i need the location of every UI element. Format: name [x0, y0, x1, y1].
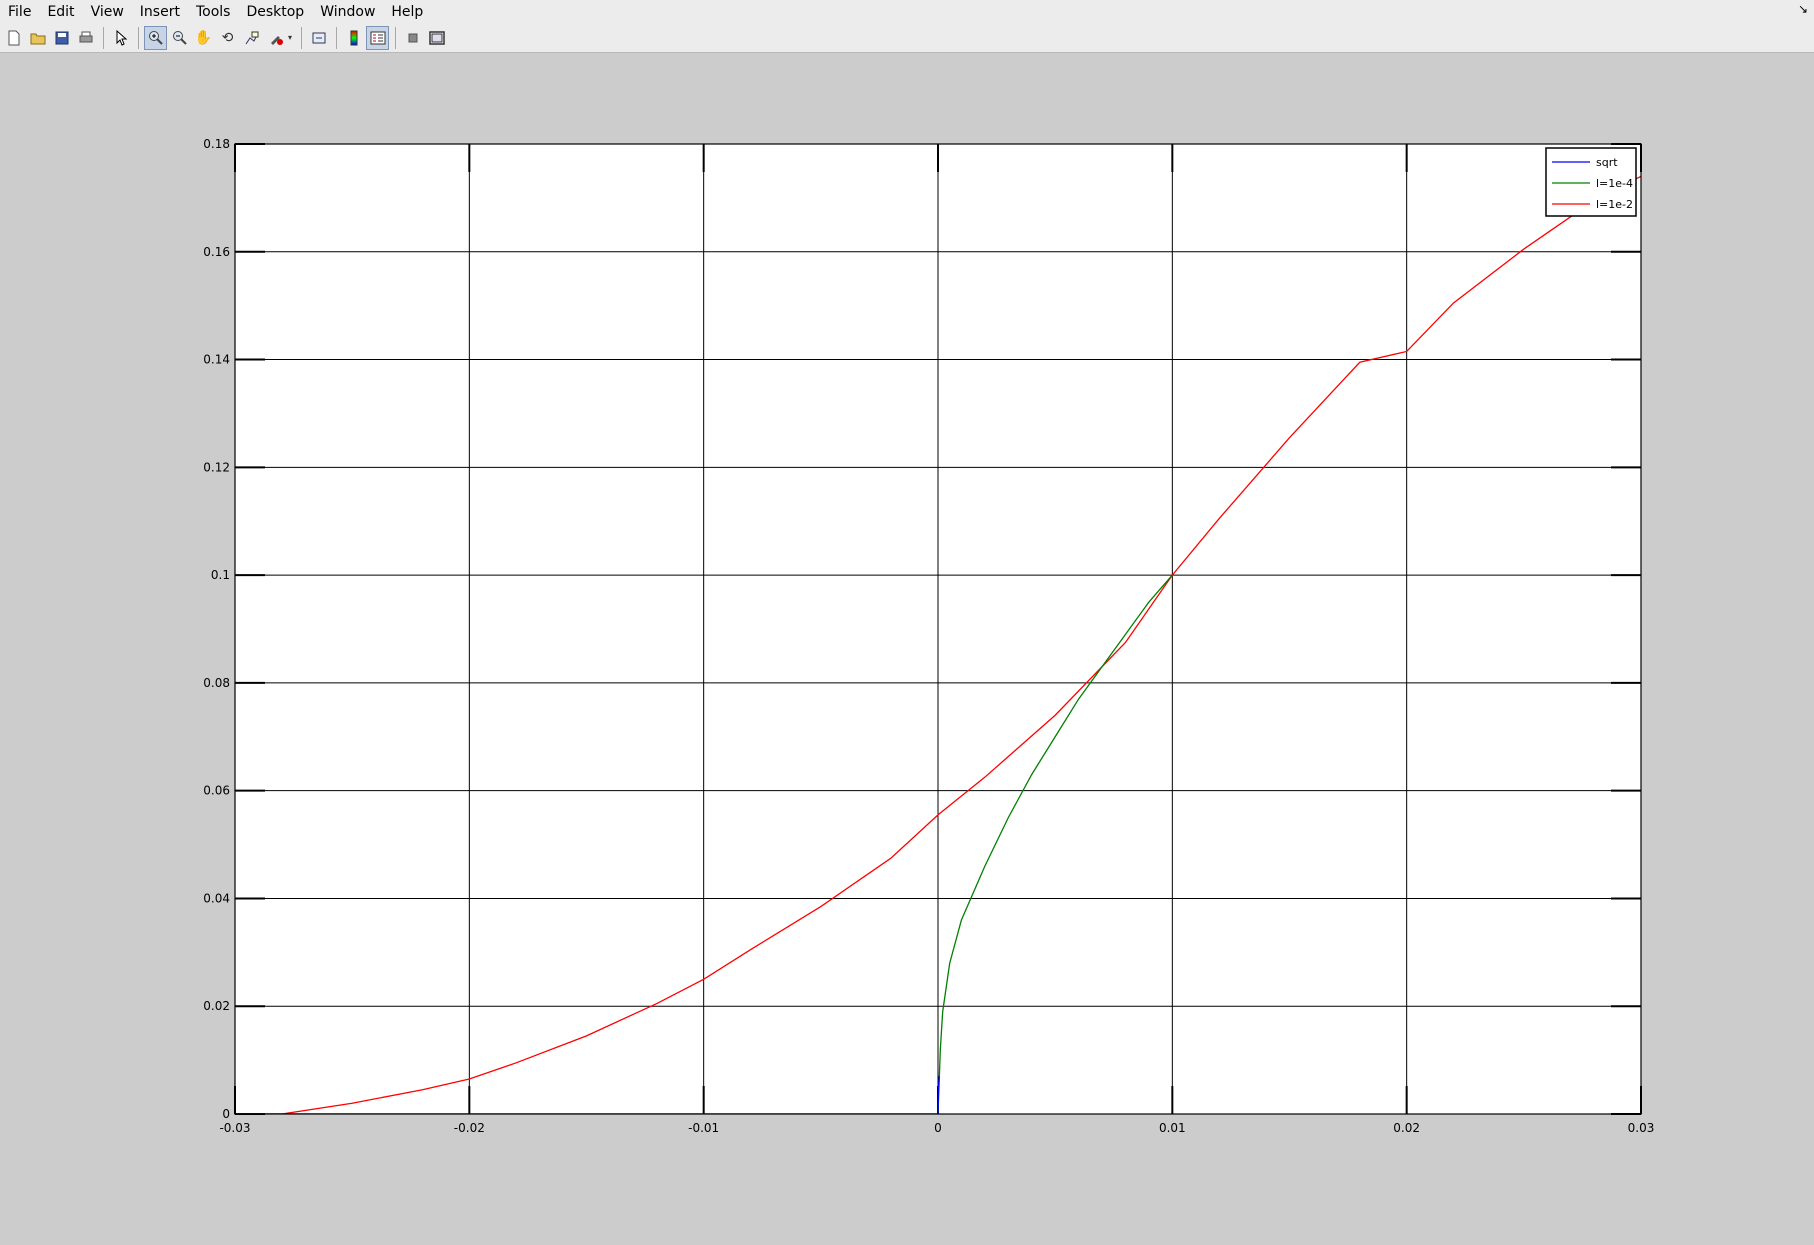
y-tick-label: 0.12 — [203, 460, 230, 474]
y-tick-labels: 0 0.02 0.04 0.06 0.08 0.1 0.12 0.14 0.16 0.18 — [203, 137, 230, 1121]
legend-label: sqrt — [1596, 156, 1618, 169]
x-tick-label: -0.01 — [688, 1121, 719, 1135]
x-tick-label: 0 — [934, 1121, 942, 1135]
y-tick-label: 0.06 — [203, 784, 230, 798]
legend-label: l=1e-2 — [1596, 198, 1633, 211]
legend-label: l=1e-4 — [1596, 177, 1633, 190]
y-tick-label: 0.02 — [203, 999, 230, 1013]
legend[interactable]: sqrt l=1e-4 l=1e-2 — [1545, 147, 1637, 217]
x-tick-label: -0.02 — [454, 1121, 485, 1135]
y-tick-label: 0.14 — [203, 353, 230, 367]
figure-canvas: -0.03 -0.02 -0.01 0 0.01 0.02 0.03 0 0.02 0.04 0.… — [203, 137, 1654, 1135]
y-tick-label: 0.1 — [211, 568, 230, 582]
y-tick-label: 0 — [222, 1107, 230, 1121]
y-tick-label: 0.18 — [203, 137, 230, 151]
y-tick-label: 0.04 — [203, 891, 230, 905]
y-tick-label: 0.16 — [203, 245, 230, 259]
x-tick-label: -0.03 — [219, 1121, 250, 1135]
x-tick-label: 0.03 — [1628, 1121, 1655, 1135]
x-tick-label: 0.02 — [1393, 1121, 1420, 1135]
y-tick-label: 0.08 — [203, 676, 230, 690]
x-tick-labels: -0.03 -0.02 -0.01 0 0.01 0.02 0.03 — [219, 1121, 1654, 1135]
x-tick-label: 0.01 — [1159, 1121, 1186, 1135]
